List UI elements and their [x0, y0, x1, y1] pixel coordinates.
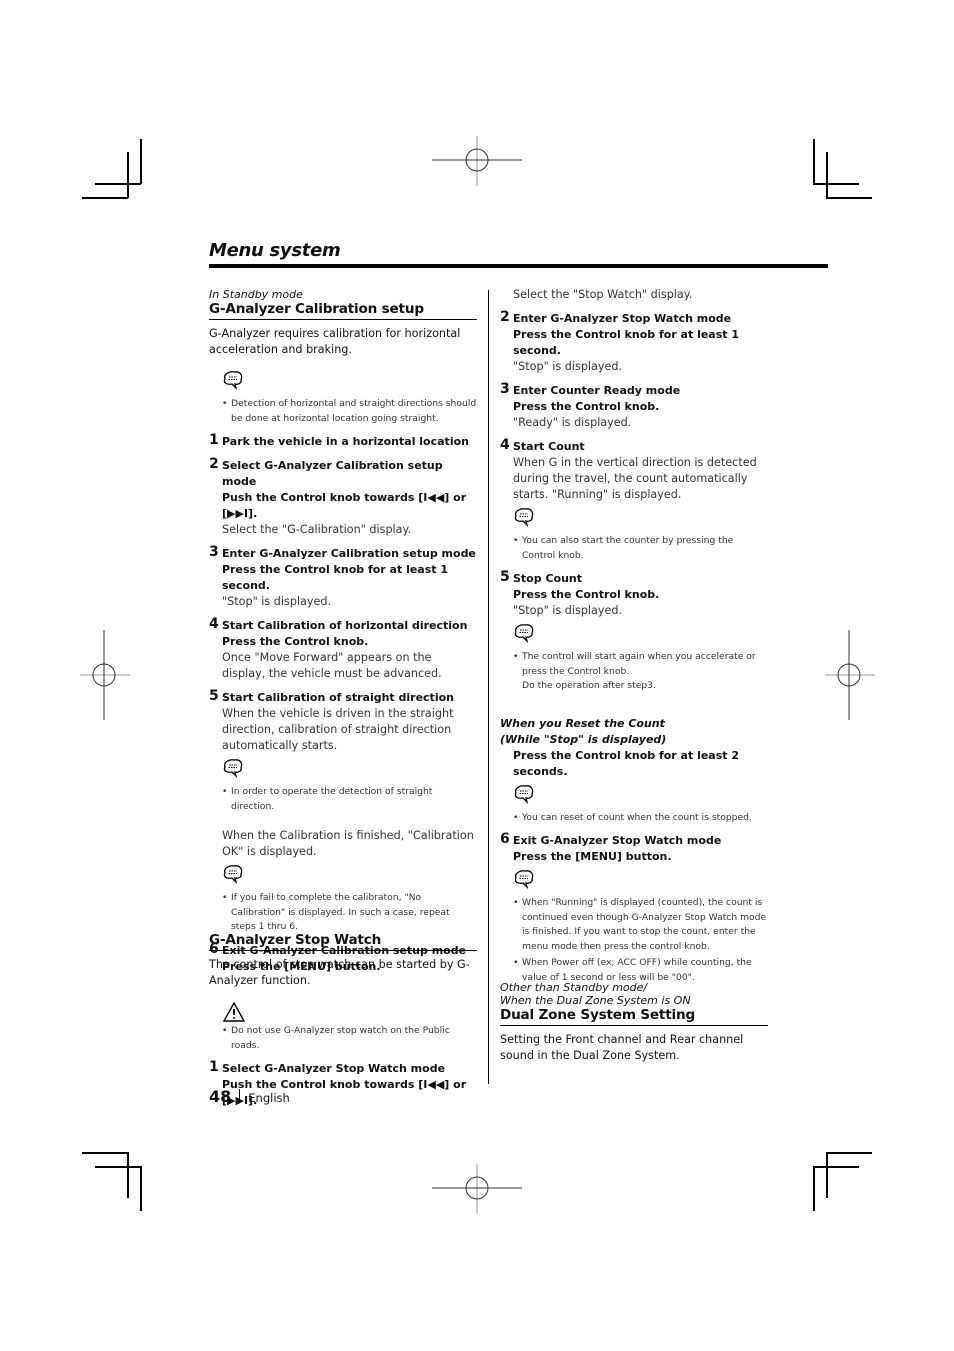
step-text: Once "Move Forward" appears on the displ…	[222, 651, 442, 680]
step-number: 5	[209, 688, 219, 704]
step-number: 3	[209, 544, 219, 560]
step-note-line-1: The control will start again when you ac…	[522, 651, 756, 677]
title-rule	[209, 264, 828, 268]
step-action: Press the [MENU] button.	[513, 850, 672, 863]
calibration-step-1: 1 Park the vehicle in a horizontal locat…	[209, 432, 477, 450]
stopwatch-step-3: 3 Enter Counter Ready mode Press the Con…	[500, 381, 768, 431]
reset-heading-line-2: (While "Stop" is displayed)	[500, 732, 667, 746]
stopwatch-step-2: 2 Enter G-Analyzer Stop Watch mode Press…	[500, 309, 768, 375]
calibration-step-3: 3 Enter G-Analyzer Calibration setup mod…	[209, 544, 477, 610]
step-text: When G in the vertical direction is dete…	[513, 456, 757, 501]
step-action: Press the Control knob.	[513, 400, 660, 413]
stopwatch-heading: G-Analyzer Stop Watch	[209, 932, 477, 951]
step-action: Press the Control knob.	[222, 635, 369, 648]
step-number: 4	[209, 616, 219, 632]
reset-action: Press the Control knob for at least 2 se…	[513, 748, 740, 778]
step-action: Press the Control knob.	[513, 588, 660, 601]
step-title: Start Calibration of straight direction	[222, 691, 454, 704]
note-speech-bubble-icon	[514, 624, 534, 644]
step-number: 2	[209, 456, 219, 472]
reset-count-section: When you Reset the Count (While "Stop" i…	[500, 716, 768, 826]
footer-language: English	[248, 1091, 290, 1105]
step-number: 1	[209, 1059, 219, 1075]
calibration-mode-label: In Standby mode	[209, 288, 303, 301]
calibration-heading: G-Analyzer Calibration setup	[209, 301, 477, 320]
step-text: "Stop" is displayed.	[513, 604, 623, 617]
right-column: Select the "Stop Watch" display. 2 Enter…	[500, 287, 768, 985]
step-text: "Ready" is displayed.	[513, 416, 632, 429]
left-column: In Standby mode G-Analyzer Calibration s…	[209, 288, 477, 975]
registration-mark-left	[80, 630, 130, 720]
stopwatch-step-6: 6 Exit G-Analyzer Stop Watch mode Press …	[500, 831, 768, 985]
dualzone-mode-line-2: When the Dual Zone System is ON	[500, 994, 691, 1007]
reset-heading-line-1: When you Reset the Count	[500, 716, 665, 730]
stopwatch-section: G-Analyzer Stop Watch The control of sto…	[209, 932, 477, 1109]
step-title: Select G-Analyzer Calibration setup mode	[222, 459, 443, 488]
step-text: Select the "G-Calibration" display.	[222, 523, 412, 536]
stopwatch-step-1-text: Select the "Stop Watch" display.	[513, 288, 693, 301]
step-text: When the vehicle is driven in the straig…	[222, 707, 454, 752]
reset-note: You can reset of count when the count is…	[500, 811, 768, 826]
step-note: The control will start again when you ac…	[500, 650, 768, 694]
step-action: Push the Control knob towards [I◀◀] or […	[222, 491, 467, 520]
calibration-step-5: 5 Start Calibration of straight directio…	[209, 688, 477, 935]
warning-triangle-icon	[222, 1001, 246, 1022]
footer-divider	[239, 1089, 241, 1103]
dualzone-heading: Dual Zone System Setting	[500, 1007, 768, 1026]
step-title: Enter Counter Ready mode	[513, 384, 681, 397]
step-title: Start Calibration of horizontal directio…	[222, 619, 468, 632]
step-title: Enter G-Analyzer Calibration setup mode	[222, 547, 476, 560]
registration-mark-right	[825, 630, 875, 720]
calibration-intro: G-Analyzer requires calibration for hori…	[209, 327, 461, 356]
page-number: 48	[209, 1087, 232, 1106]
step-title: Stop Count	[513, 572, 582, 585]
note-speech-bubble-icon	[514, 784, 534, 804]
step-number: 4	[500, 437, 510, 453]
step-title: Select G-Analyzer Stop Watch mode	[222, 1062, 446, 1075]
note-speech-bubble-icon	[514, 870, 534, 890]
page-footer: 48 English	[209, 1087, 290, 1106]
dualzone-intro: Setting the Front channel and Rear chann…	[500, 1033, 744, 1062]
stopwatch-step-5: 5 Stop Count Press the Control knob. "St…	[500, 569, 768, 694]
stopwatch-warning: Do not use G-Analyzer stop watch on the …	[209, 1024, 477, 1053]
step-action: Press the Control knob for at least 1 se…	[513, 328, 740, 357]
step-note: In order to operate the detection of str…	[209, 785, 477, 814]
registration-mark-bottom	[432, 1164, 522, 1214]
step-text: "Stop" is displayed.	[222, 595, 332, 608]
step-title: Start Count	[513, 440, 585, 453]
note-speech-bubble-icon	[514, 508, 534, 528]
step-number: 2	[500, 309, 510, 325]
step-title: Enter G-Analyzer Stop Watch mode	[513, 312, 732, 325]
note-speech-bubble-icon	[223, 759, 243, 779]
calibration-note: Detection of horizontal and straight dir…	[209, 397, 477, 426]
step-number: 1	[209, 432, 219, 448]
note-speech-bubble-icon	[223, 371, 243, 391]
step-note-2: If you fail to complete the calibraton, …	[209, 891, 477, 935]
note-speech-bubble-icon	[223, 865, 243, 885]
step-number: 3	[500, 381, 510, 397]
step-title: Park the vehicle in a horizontal locatio…	[222, 435, 469, 448]
calibration-step-2: 2 Select G-Analyzer Calibration setup mo…	[209, 456, 477, 538]
dualzone-mode-line-1: Other than Standby mode/	[500, 981, 648, 994]
step-note: You can also start the counter by pressi…	[500, 534, 768, 563]
stopwatch-intro: The control of stop watch can be started…	[209, 958, 470, 987]
step-note-line-2: Do the operation after step3.	[522, 680, 656, 691]
column-divider	[488, 290, 489, 1084]
step-number: 5	[500, 569, 510, 585]
step-text-2: When the Calibration is finished, "Calib…	[222, 829, 474, 858]
registration-mark-top	[432, 136, 522, 186]
stopwatch-step-4: 4 Start Count When G in the vertical dir…	[500, 437, 768, 563]
step-action: Press the Control knob for at least 1 se…	[222, 563, 449, 592]
page-title: Menu system	[209, 240, 341, 261]
step-number: 6	[500, 831, 510, 847]
step-note-1: When "Running" is displayed (counted), t…	[500, 896, 768, 954]
step-text: "Stop" is displayed.	[513, 360, 623, 373]
dualzone-section: Other than Standby mode/ When the Dual Z…	[500, 981, 768, 1064]
step-title: Exit G-Analyzer Stop Watch mode	[513, 834, 722, 847]
calibration-step-4: 4 Start Calibration of horizontal direct…	[209, 616, 477, 682]
